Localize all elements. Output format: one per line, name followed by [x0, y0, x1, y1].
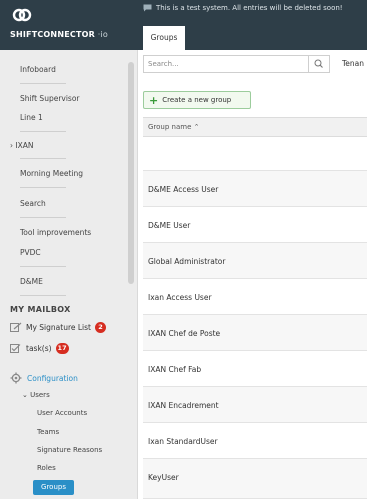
group-name-cell: Global Administrator: [148, 257, 226, 266]
create-group-button[interactable]: + Create a new group: [143, 91, 251, 109]
nav-item-dme[interactable]: D&ME: [20, 277, 43, 286]
table-row[interactable]: D&ME User: [143, 207, 367, 243]
nav-divider: [20, 83, 66, 84]
group-name-cell: IXAN Encadrement: [148, 401, 219, 410]
sidebar-scrollbar[interactable]: [128, 62, 134, 284]
tree-item-groups[interactable]: Groups: [33, 480, 74, 495]
mailbox-item-label: My Signature List: [26, 323, 91, 332]
configuration-label: Configuration: [27, 373, 78, 383]
nav-item-search[interactable]: Search: [20, 199, 46, 208]
nav-divider: [20, 295, 66, 296]
chat-icon: [143, 4, 152, 12]
table-row[interactable]: Global Administrator: [143, 243, 367, 279]
task-icon: [10, 344, 21, 353]
tree-item-roles[interactable]: Roles: [37, 464, 56, 472]
tab-groups[interactable]: Groups: [143, 26, 185, 50]
group-name-cell: Ixan Access User: [148, 293, 212, 302]
group-name-cell: IXAN Chef de Poste: [148, 329, 221, 338]
group-name-cell: Ixan StandardUser: [148, 437, 218, 446]
nav-divider: [20, 217, 66, 218]
brand-wordmark: SHIFTCONNECTOR ·io: [10, 30, 109, 39]
table-row[interactable]: Ixan StandardUser: [143, 423, 367, 459]
search-field[interactable]: Search...: [143, 55, 330, 73]
notice-text: This is a test system. All entries will …: [156, 4, 343, 12]
mailbox-item-signature-list[interactable]: My Signature List 2: [10, 322, 106, 333]
count-badge: 17: [55, 343, 69, 354]
table-row[interactable]: IXAN Encadrement: [143, 387, 367, 423]
search-placeholder: Search...: [148, 60, 179, 68]
table-row[interactable]: IXAN Chef de Poste: [143, 315, 367, 351]
mailbox-item-tasks[interactable]: task(s) 17: [10, 343, 69, 354]
tab-bar: Groups: [137, 20, 367, 50]
table-row[interactable]: KeyUser: [143, 459, 367, 499]
mailbox-title: MY MAILBOX: [10, 305, 71, 314]
group-name-cell: D&ME User: [148, 221, 191, 230]
tree-item-users[interactable]: ⌄ Users: [22, 391, 50, 399]
nav-item-morning-meeting[interactable]: Morning Meeting: [20, 169, 83, 178]
search-button[interactable]: [308, 56, 329, 72]
table-row[interactable]: D&ME Access User: [143, 171, 367, 207]
nav-item-infoboard[interactable]: Infoboard: [20, 65, 56, 74]
grid-filter-row[interactable]: [143, 137, 367, 171]
mailbox-item-label: task(s): [26, 344, 52, 353]
tree-item-user-accounts[interactable]: User Accounts: [37, 409, 87, 417]
nav-item-ixan[interactable]: › IXAN: [10, 141, 33, 150]
group-name-cell: KeyUser: [148, 473, 179, 482]
nav-item-configuration[interactable]: Configuration: [10, 372, 78, 384]
table-row[interactable]: Ixan Access User: [143, 279, 367, 315]
nav-item-pvdc[interactable]: PVDC: [20, 248, 41, 257]
sidebar: SHIFTCONNECTOR ·io Infoboard Shift Super…: [0, 0, 138, 499]
create-group-label: Create a new group: [162, 96, 232, 104]
notice-bar: This is a test system. All entries will …: [137, 0, 367, 20]
chevron-down-icon: ⌄: [22, 391, 28, 399]
nav-divider: [20, 187, 66, 188]
search-icon: [314, 59, 323, 68]
sort-icon: ⌃: [193, 123, 200, 131]
gear-icon: [10, 372, 22, 384]
tree-item-signature-reasons[interactable]: Signature Reasons: [37, 446, 102, 454]
nav-item-label: IXAN: [15, 141, 34, 150]
tree-item-teams[interactable]: Teams: [37, 428, 59, 436]
group-name-cell: IXAN Chef Fab: [148, 365, 202, 374]
brand-header[interactable]: SHIFTCONNECTOR ·io: [0, 0, 137, 50]
count-badge: 2: [94, 322, 106, 333]
tree-item-label: Users: [30, 391, 50, 399]
nav-item-shift-supervisor[interactable]: Shift Supervisor: [20, 94, 80, 103]
nav-divider: [20, 158, 66, 159]
nav-item-tool-improvements[interactable]: Tool improvements: [20, 228, 91, 237]
group-name-cell: D&ME Access User: [148, 185, 219, 194]
nav-divider: [20, 131, 66, 132]
plus-icon: +: [149, 93, 159, 107]
signature-icon: [10, 322, 22, 332]
grid-header: Group name ⌃: [143, 117, 367, 137]
tenant-label[interactable]: Tenan: [342, 59, 364, 68]
chevron-right-icon: ›: [10, 141, 13, 150]
nav-divider: [20, 266, 66, 267]
logo-icon: [12, 8, 32, 22]
column-header-group-name[interactable]: Group name ⌃: [148, 123, 200, 131]
nav-item-line-1[interactable]: Line 1: [20, 113, 43, 122]
notice: This is a test system. All entries will …: [143, 4, 343, 12]
table-row[interactable]: IXAN Chef Fab: [143, 351, 367, 387]
